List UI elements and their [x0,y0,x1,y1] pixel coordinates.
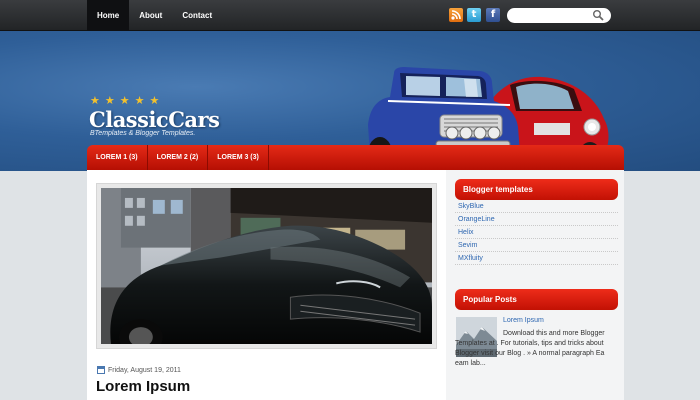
widget-title-popular-posts: Popular Posts [455,289,618,310]
star-icon: ★ [104,94,115,107]
template-link[interactable]: MXfluity [455,252,618,265]
rating-stars: ★ ★ ★ ★ ★ [90,95,159,106]
search-icon[interactable] [592,9,605,22]
nav-contact[interactable]: Contact [172,0,222,31]
template-link[interactable]: Helix [455,226,618,239]
site-title[interactable]: ClassicCars [89,107,220,132]
star-icon: ★ [90,94,100,107]
facebook-icon[interactable]: f [486,8,500,22]
menu-item-lorem-2[interactable]: LOREM 2 (2) [148,145,209,170]
twitter-icon[interactable]: t [467,8,481,22]
menu-item-lorem-3[interactable]: LOREM 3 (3) [208,145,269,170]
calendar-icon [97,366,105,374]
main-content: Friday, August 19, 2011 Lorem Ipsum [87,170,446,400]
star-icon: ★ [149,94,160,107]
template-link[interactable]: SkyBlue [455,200,618,213]
top-nav: Home About Contact [87,0,222,31]
template-link[interactable]: OrangeLine [455,213,618,226]
sidebar: Blogger templates SkyBlue OrangeLine Hel… [446,170,624,400]
widget-title-blogger-templates: Blogger templates [455,179,618,200]
blogger-templates-list: SkyBlue OrangeLine Helix Sevim MXfluity [455,200,618,265]
post-image-frame [96,183,437,349]
category-menu: LOREM 1 (3) LOREM 2 (2) LOREM 3 (3) [87,145,624,170]
nav-about[interactable]: About [129,0,172,31]
post-image[interactable] [101,188,432,344]
popular-post-title[interactable]: Lorem Ipsum [503,317,544,324]
star-icon: ★ [119,94,130,107]
nav-home[interactable]: Home [87,0,130,31]
menu-item-lorem-1[interactable]: LOREM 1 (3) [87,145,148,170]
post-title[interactable]: Lorem Ipsum [96,378,190,395]
post-date-row: Friday, August 19, 2011 [97,366,181,374]
template-link[interactable]: Sevim [455,239,618,252]
popular-post-excerpt: Download this and more Blogger Templates… [455,330,605,367]
star-icon: ★ [134,94,145,107]
top-bar: Home About Contact t f [0,0,700,31]
rss-icon[interactable] [449,8,463,22]
site-tagline: BTemplates & Blogger Templates. [90,130,196,137]
post-date: Friday, August 19, 2011 [108,366,181,374]
